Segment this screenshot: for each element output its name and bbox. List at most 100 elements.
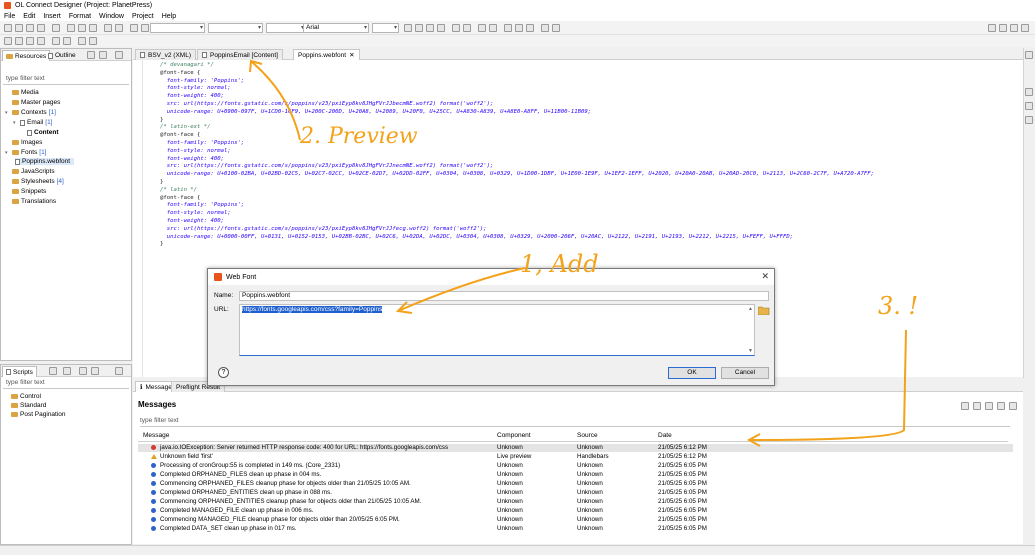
text-icon[interactable]: [26, 37, 34, 45]
column-header-source[interactable]: Source: [577, 432, 598, 439]
close-icon[interactable]: ✕: [761, 271, 769, 282]
align-center-icon[interactable]: [415, 24, 423, 32]
copy-icon[interactable]: [78, 24, 86, 32]
browse-folder-icon[interactable]: [757, 306, 770, 316]
cursor-icon[interactable]: [4, 37, 12, 45]
tab-resources[interactable]: Resources: [2, 50, 51, 61]
tree-item-content[interactable]: Content: [27, 129, 59, 136]
move-down-icon[interactable]: [91, 367, 99, 375]
cut-icon[interactable]: [67, 24, 75, 32]
link-icon[interactable]: [526, 24, 534, 32]
expand-chevron-icon[interactable]: ▾: [13, 120, 18, 126]
filter-icon[interactable]: [985, 402, 993, 410]
shape-icon[interactable]: [37, 37, 45, 45]
help-icon[interactable]: ?: [218, 367, 229, 378]
tree-item-master-pages[interactable]: Master pages: [5, 99, 60, 106]
table-row[interactable]: Processing of cronGroup:55 is completed …: [138, 462, 1013, 470]
table-icon[interactable]: [504, 24, 512, 32]
attributes-icon[interactable]: [1025, 116, 1033, 124]
align-right-icon[interactable]: [426, 24, 434, 32]
tree-item-fonts[interactable]: ▾ Fonts [1]: [5, 149, 47, 156]
table-row[interactable]: Completed MANAGED_FILE clean up phase in…: [138, 507, 1013, 515]
minimize-icon[interactable]: [115, 51, 123, 59]
forward-icon[interactable]: [89, 37, 97, 45]
minimize-icon[interactable]: [115, 367, 123, 375]
tree-item-snippets[interactable]: Snippets: [5, 188, 46, 195]
indent-icon[interactable]: [478, 24, 486, 32]
style-combo[interactable]: [150, 23, 205, 33]
menu-help[interactable]: Help: [162, 13, 176, 20]
maximize-icon[interactable]: [1009, 402, 1017, 410]
tree-item-media[interactable]: Media: [5, 89, 39, 96]
tab-scripts[interactable]: Scripts: [2, 366, 37, 377]
table-row[interactable]: Unknown field 'first' Live preview Handleb…: [138, 453, 1013, 461]
paste-icon[interactable]: [89, 24, 97, 32]
grid-icon[interactable]: [52, 37, 60, 45]
export-icon[interactable]: [961, 402, 969, 410]
scripts-filter-input[interactable]: type filter text: [3, 379, 129, 389]
table-row[interactable]: Completed DATA_SET clean up phase in 017…: [138, 525, 1013, 533]
new-resource-icon[interactable]: [87, 51, 95, 59]
menu-insert[interactable]: Insert: [43, 13, 61, 20]
bold-icon[interactable]: [130, 24, 138, 32]
send-icon[interactable]: [1010, 24, 1018, 32]
table-row[interactable]: Commencing ORPHANED_FILES cleanup phase …: [138, 480, 1013, 488]
messages-filter-input[interactable]: type filter text: [140, 417, 1010, 427]
expand-chevron-icon[interactable]: ▾: [5, 110, 10, 116]
select-icon[interactable]: [15, 37, 23, 45]
justify-icon[interactable]: [437, 24, 445, 32]
back-icon[interactable]: [78, 37, 86, 45]
list-icon[interactable]: [452, 24, 460, 32]
tree-item-email[interactable]: ▾ Email [1]: [13, 119, 53, 126]
tree-item-stylesheets[interactable]: Stylesheets [4]: [5, 178, 64, 185]
ok-button[interactable]: OK: [668, 367, 716, 379]
tab-poppins-webfont[interactable]: Poppins.webfont ✕: [293, 49, 360, 60]
save-icon[interactable]: [26, 24, 34, 32]
styles-icon[interactable]: [1025, 102, 1033, 110]
scroll-up-icon[interactable]: ▲: [748, 306, 753, 312]
chart-icon[interactable]: [552, 24, 560, 32]
print-icon[interactable]: [52, 24, 60, 32]
menu-file[interactable]: File: [4, 13, 15, 20]
zoom-icon[interactable]: [63, 37, 71, 45]
move-up-icon[interactable]: [79, 367, 87, 375]
font-size-combo[interactable]: [372, 23, 399, 33]
tab-outline[interactable]: Outline: [45, 50, 79, 61]
url-field[interactable]: https://fonts.googleapis.com/css?family=…: [239, 304, 755, 356]
collapse-all-icon[interactable]: [99, 51, 107, 59]
open-icon[interactable]: [15, 24, 23, 32]
numbered-list-icon[interactable]: [463, 24, 471, 32]
view-icon[interactable]: [1025, 51, 1033, 59]
preview-icon[interactable]: [999, 24, 1007, 32]
tree-item-javascripts[interactable]: JavaScripts: [5, 168, 55, 175]
box-icon[interactable]: [541, 24, 549, 32]
tree-item-translations[interactable]: Translations: [5, 198, 56, 205]
table-row[interactable]: java.io.IOException: Server returned HTT…: [138, 444, 1013, 452]
close-icon[interactable]: ✕: [349, 51, 354, 59]
image-icon[interactable]: [515, 24, 523, 32]
tab-poppins-email[interactable]: PoppinsEmail [Content]: [197, 49, 283, 60]
settings-icon[interactable]: [1021, 24, 1029, 32]
menu-edit[interactable]: Edit: [23, 13, 35, 20]
table-row[interactable]: Completed ORPHANED_ENTITIES clean up pha…: [138, 489, 1013, 497]
table-row[interactable]: Completed ORPHANED_FILES clean up phase …: [138, 471, 1013, 479]
size-combo[interactable]: [266, 23, 306, 33]
column-header-component[interactable]: Component: [497, 432, 531, 439]
save-all-icon[interactable]: [37, 24, 45, 32]
redo-icon[interactable]: [115, 24, 123, 32]
menu-format[interactable]: Format: [69, 13, 91, 20]
outdent-icon[interactable]: [489, 24, 497, 32]
resources-filter-input[interactable]: type filter text: [3, 75, 129, 85]
font-combo[interactable]: Arial: [303, 23, 369, 33]
new-icon[interactable]: [4, 24, 12, 32]
script-folder-standard[interactable]: Standard: [11, 402, 46, 409]
align-left-icon[interactable]: [404, 24, 412, 32]
tree-item-contexts[interactable]: ▾ Contexts [1]: [5, 109, 56, 116]
new-script-icon[interactable]: [49, 367, 57, 375]
script-folder-post-pagination[interactable]: Post Pagination: [11, 411, 66, 418]
tree-item-poppins-webfont[interactable]: Poppins.webfont: [15, 158, 75, 165]
undo-icon[interactable]: [104, 24, 112, 32]
scroll-down-icon[interactable]: ▼: [748, 348, 753, 354]
cancel-button[interactable]: Cancel: [721, 367, 769, 379]
record-icon[interactable]: [988, 24, 996, 32]
